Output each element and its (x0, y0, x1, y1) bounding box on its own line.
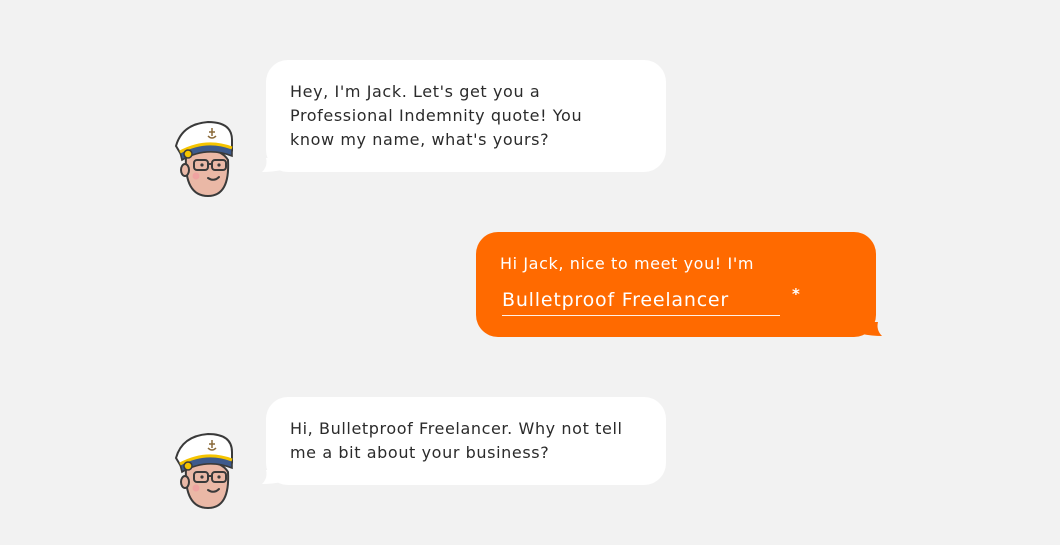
captain-jack-avatar-icon (172, 116, 238, 200)
reply-prompt: Hi Jack, nice to meet you! I'm (500, 254, 755, 273)
message-line: me a bit about your business? (290, 443, 550, 462)
bot-message-bubble: Hey, I'm Jack. Let's get you a Professio… (266, 60, 666, 172)
captain-jack-avatar-icon (172, 428, 238, 512)
message-line: Hey, I'm Jack. Let's get you a (290, 82, 541, 101)
name-input[interactable] (502, 284, 780, 316)
required-mark: * (792, 285, 801, 303)
chat-stage: Hey, I'm Jack. Let's get you a Professio… (0, 0, 1060, 545)
user-reply-bubble: Hi Jack, nice to meet you! I'm * (476, 232, 876, 337)
message-line: know my name, what's yours? (290, 130, 550, 149)
bot-message-bubble: Hi, Bulletproof Freelancer. Why not tell… (266, 397, 666, 485)
message-line: Hi, Bulletproof Freelancer. Why not tell (290, 419, 623, 438)
message-line: Professional Indemnity quote! You (290, 106, 583, 125)
